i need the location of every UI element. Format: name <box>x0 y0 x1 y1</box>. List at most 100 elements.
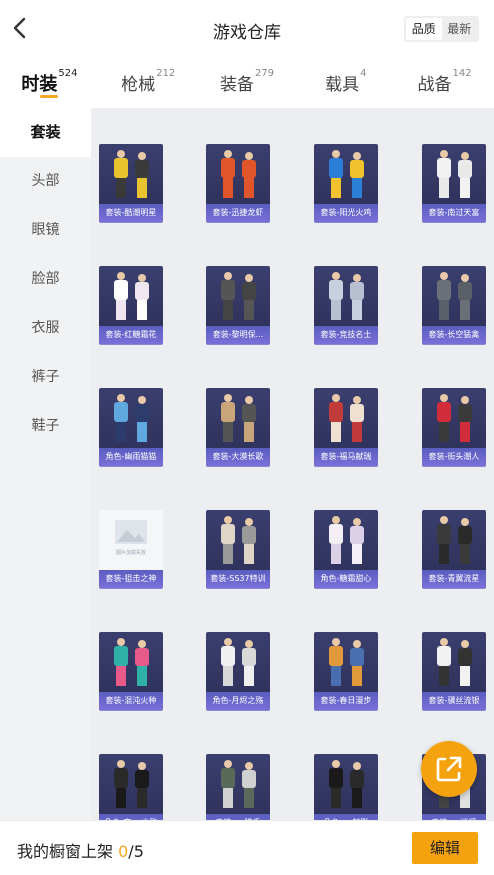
item-card[interactable]: 图片加载失败套装-狙击之神 <box>99 510 163 588</box>
outfit-image <box>206 754 270 814</box>
item-card[interactable]: 角色-夜... 之殇 <box>99 754 163 820</box>
sidebar-item-head[interactable]: 头部 <box>0 157 91 206</box>
item-name: 套装-酷潮明星 <box>99 204 163 222</box>
item-card[interactable]: 套装-青翼流星 <box>422 510 486 588</box>
share-icon <box>436 756 462 782</box>
tab-label: 战备 <box>417 75 452 95</box>
sidebar-item-face[interactable]: 脸部 <box>0 255 91 304</box>
item-name: 套装-南过天富 <box>422 204 486 222</box>
item-card[interactable]: 套装-迅捷龙虾 <box>206 144 270 222</box>
outfit-image <box>99 388 163 448</box>
item-card[interactable]: 角色-月烬之殇 <box>206 632 270 710</box>
tab-count: 142 <box>452 68 472 79</box>
bottom-bar: 我的橱窗上架 0/5 编辑 <box>0 820 494 875</box>
item-card[interactable]: 套装-长空猛禽 <box>422 266 486 344</box>
outfit-image <box>314 632 378 692</box>
tab-label: 时装 <box>21 74 58 95</box>
item-card[interactable]: 套装-春日漫步 <box>314 632 378 710</box>
outfit-image <box>422 510 486 570</box>
outfit-image <box>206 510 270 570</box>
sidebar-item-suit[interactable]: 套装 <box>0 108 91 157</box>
item-name: 套装-大漠长歌 <box>206 448 270 466</box>
outfit-image <box>422 632 486 692</box>
item-card[interactable]: 套装-黎明保... <box>206 266 270 344</box>
item-card[interactable]: 套装-骥丝流银 <box>422 632 486 710</box>
item-card[interactable]: 套装-福马献瑞 <box>314 388 378 466</box>
item-card[interactable]: 套装-街头潮人 <box>422 388 486 466</box>
sidebar-item-glasses[interactable]: 眼镜 <box>0 206 91 255</box>
item-name: 套装-黎明保... <box>206 326 270 344</box>
sort-quality-option[interactable]: 品质 <box>406 18 442 40</box>
item-card[interactable]: 套装-竞技名士 <box>314 266 378 344</box>
active-tab-indicator <box>40 95 59 98</box>
outfit-image <box>314 144 378 204</box>
outfit-image <box>206 266 270 326</box>
tab-guns[interactable]: 枪械212 <box>99 58 198 108</box>
item-card[interactable]: 套装-大漠长歌 <box>206 388 270 466</box>
outfit-image <box>206 144 270 204</box>
edit-button[interactable]: 编辑 <box>412 832 478 864</box>
outfit-image <box>206 388 270 448</box>
item-grid: 套装-酷潮明星 套装-迅捷龙虾 套装-阳光火鸡 套装-南过天富套装-红糖霜花 套装-黎明… <box>91 108 494 820</box>
outfit-image <box>99 632 163 692</box>
outfit-image <box>206 632 270 692</box>
shelf-total-count: /5 <box>128 842 144 861</box>
item-name: 套装-SS37特训 <box>206 570 270 588</box>
sidebar-item-shoes[interactable]: 鞋子 <box>0 402 91 451</box>
item-name: 套装-春日漫步 <box>314 692 378 710</box>
tab-label: 载具 <box>325 75 360 95</box>
item-card[interactable]: 套装-酷潮明星 <box>99 144 163 222</box>
item-name: 套装-狙击之神 <box>99 570 163 588</box>
tab-vehicles[interactable]: 载具4 <box>296 58 395 108</box>
shelf-status: 我的橱窗上架 0/5 <box>17 838 144 862</box>
outfit-image <box>99 266 163 326</box>
tab-equipment[interactable]: 装备279 <box>198 58 297 108</box>
sort-newest-option[interactable]: 最新 <box>442 18 478 40</box>
outfit-image <box>99 754 163 814</box>
tab-supplies[interactable]: 战备142 <box>395 58 494 108</box>
placeholder-image: 图片加载失败 <box>99 510 163 570</box>
outfit-image <box>422 144 486 204</box>
item-card[interactable]: 套装-... 猎手 <box>206 754 270 820</box>
tab-count: 212 <box>156 68 176 79</box>
item-name: 套装-竞技名士 <box>314 326 378 344</box>
item-card[interactable]: 角色-幽雨猫猫 <box>99 388 163 466</box>
tab-label: 装备 <box>219 75 254 95</box>
item-card[interactable]: 套装-混沌火种 <box>99 632 163 710</box>
item-name: 套装-长空猛禽 <box>422 326 486 344</box>
placeholder-text: 图片加载失败 <box>116 549 146 556</box>
item-card[interactable]: 角色-... 魅影 <box>314 754 378 820</box>
item-name: 角色-幽雨猫猫 <box>99 448 163 466</box>
item-name: 套装-福马献瑞 <box>314 448 378 466</box>
item-card[interactable]: 套装-南过天富 <box>422 144 486 222</box>
sidebar-item-pants[interactable]: 裤子 <box>0 353 91 402</box>
tab-count: 4 <box>360 68 367 79</box>
outfit-image <box>422 266 486 326</box>
item-name: 角色-糖霜甜心 <box>314 570 378 588</box>
item-name: 套装-街头潮人 <box>422 448 486 466</box>
outfit-image <box>99 144 163 204</box>
item-card[interactable]: 套装-SS37特训 <box>206 510 270 588</box>
item-card[interactable]: 角色-糖霜甜心 <box>314 510 378 588</box>
outfit-image <box>314 510 378 570</box>
shelf-label: 我的橱窗上架 <box>17 842 114 861</box>
item-name: 套装-混沌火种 <box>99 692 163 710</box>
share-button[interactable] <box>421 741 477 797</box>
shelf-current-count: 0 <box>118 842 129 861</box>
item-card[interactable]: 套装-阳光火鸡 <box>314 144 378 222</box>
item-card[interactable]: 套装-红糖霜花 <box>99 266 163 344</box>
sort-toggle: 品质 最新 <box>404 16 479 42</box>
category-tabs: 时装524 枪械212 装备279 载具4 战备142 <box>0 58 494 108</box>
item-name: 套装-迅捷龙虾 <box>206 204 270 222</box>
sidebar-item-clothes[interactable]: 衣服 <box>0 304 91 353</box>
item-name: 套装-骥丝流银 <box>422 692 486 710</box>
subcategory-sidebar: 套装 头部 眼镜 脸部 衣服 裤子 鞋子 <box>0 108 91 820</box>
item-name: 角色-月烬之殇 <box>206 692 270 710</box>
tab-fashion[interactable]: 时装524 <box>0 58 99 108</box>
header: 游戏仓库 品质 最新 <box>0 0 494 58</box>
outfit-image <box>422 388 486 448</box>
item-name: 套装-阳光火鸡 <box>314 204 378 222</box>
item-name: 套装-青翼流星 <box>422 570 486 588</box>
outfit-image <box>314 754 378 814</box>
tab-count: 279 <box>254 68 275 79</box>
